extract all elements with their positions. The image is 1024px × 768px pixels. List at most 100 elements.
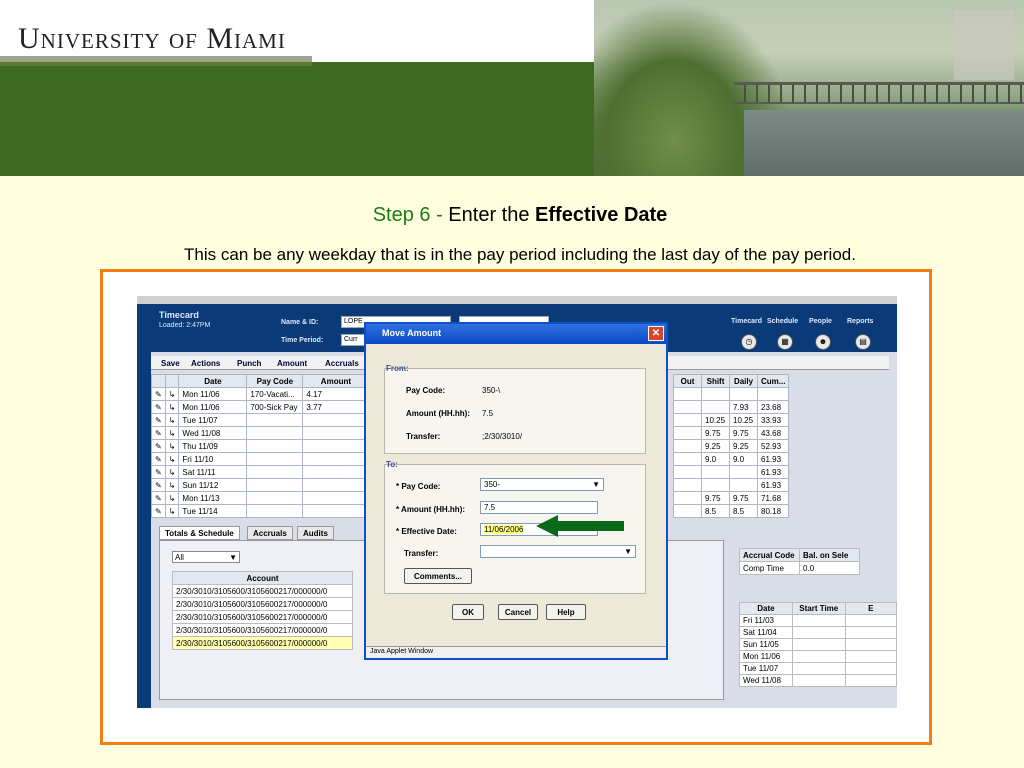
menu-accruals[interactable]: Accruals [325,359,359,368]
table-row[interactable]: 61.93 [673,465,790,479]
goto-icon[interactable]: ↳ [164,491,180,505]
ok-button[interactable]: OK [452,604,484,620]
row-out [673,478,702,492]
table-row[interactable]: ✎ ↳ Thu 11/09 [151,439,370,453]
nav-schedule[interactable]: Schedule [767,318,798,325]
row-date: Tue 11/07 [178,413,248,427]
table-row[interactable]: 2/30/3010/3105600/3105600217/000000/0 [172,597,353,611]
account-cell: 2/30/3010/3105600/3105600217/000000/0 [172,623,353,637]
goto-icon[interactable]: ↳ [164,478,180,492]
pencil-icon[interactable]: ✎ [151,400,166,414]
table-row[interactable]: ✎ ↳ Fri 11/10 [151,452,370,466]
row-paycode [246,491,304,505]
table-row[interactable]: ✎ ↳ Mon 11/06 700-Sick Pay 3.77 [151,400,370,414]
photo-building [954,10,1014,80]
table-row[interactable]: 2/30/3010/3105600/3105600217/000000/0 [172,584,353,598]
table-row[interactable]: 7.93 23.68 [673,400,790,414]
sched-start [791,614,846,627]
table-row[interactable]: 8.5 8.5 80.18 [673,504,790,518]
timecard-icon[interactable]: ◷ [741,334,757,350]
table-row[interactable]: ✎ ↳ Mon 11/06 170-Vacati... 4.17 [151,387,370,401]
nav-people[interactable]: People [809,318,832,325]
table-row[interactable]: Sun 11/05 [739,638,897,651]
pencil-icon[interactable]: ✎ [151,426,166,440]
schedule-icon[interactable]: ▦ [777,334,793,350]
sched-date: Fri 11/03 [739,614,793,627]
row-daily [729,387,758,401]
goto-icon[interactable]: ↳ [164,400,180,414]
pencil-icon[interactable]: ✎ [151,491,166,505]
edit-col [151,374,166,388]
pencil-icon[interactable]: ✎ [151,465,166,479]
table-row[interactable]: 2/30/3010/3105600/3105600217/000000/0 [172,623,353,637]
sched-end [844,614,897,627]
table-row[interactable]: 9.25 9.25 52.93 [673,439,790,453]
table-row[interactable]: Tue 11/07 [739,662,897,675]
comments-button[interactable]: Comments... [404,568,472,584]
goto-icon[interactable]: ↳ [164,413,180,427]
pencil-icon[interactable]: ✎ [151,413,166,427]
table-row[interactable]: 2/30/3010/3105600/3105600217/000000/0 [172,610,353,624]
name-label: Name & ID: [281,319,319,326]
table-row[interactable]: Fri 11/03 [739,614,897,627]
table-row[interactable]: 2/30/3010/3105600/3105600217/000000/0 [172,636,353,650]
row-date: Sun 11/12 [178,478,248,492]
table-row[interactable]: Mon 11/06 [739,650,897,663]
goto-icon[interactable]: ↳ [164,504,180,518]
to-paycode-value: 350- [484,480,501,489]
table-row[interactable]: 9.75 9.75 71.68 [673,491,790,505]
people-icon[interactable]: ☻ [815,334,831,350]
dialog-title: Move Amount [366,324,666,344]
table-row[interactable]: ✎ ↳ Tue 11/14 [151,504,370,518]
table-row[interactable]: Comp Time 0.0 [739,561,860,575]
goto-icon[interactable]: ↳ [164,465,180,479]
table-row[interactable]: 9.75 9.75 43.68 [673,426,790,440]
menu-amount[interactable]: Amount [277,359,307,368]
cancel-button[interactable]: Cancel [498,604,538,620]
pencil-icon[interactable]: ✎ [151,478,166,492]
goto-icon[interactable]: ↳ [164,387,180,401]
tab-totals-schedule[interactable]: Totals & Schedule [159,526,240,540]
goto-icon[interactable]: ↳ [164,439,180,453]
tab-accruals[interactable]: Accruals [247,526,293,540]
table-row[interactable]: Sat 11/04 [739,626,897,639]
period-select[interactable]: Curr [341,334,365,346]
sched-start [791,638,846,651]
to-amount-label: * Amount (HH.hh): [396,505,466,514]
goto-icon[interactable]: ↳ [164,426,180,440]
table-row[interactable]: 9.0 9.0 61.93 [673,452,790,466]
menu-punch[interactable]: Punch [237,359,261,368]
tab-audits[interactable]: Audits [297,526,334,540]
col-daily: Daily [729,374,758,388]
menu-actions[interactable]: Actions [191,359,220,368]
table-row[interactable]: 10.25 10.25 33.93 [673,413,790,427]
account-cell: 2/30/3010/3105600/3105600217/000000/0 [172,636,353,650]
help-button[interactable]: Help [546,604,586,620]
goto-icon[interactable]: ↳ [164,452,180,466]
accrual-code: Comp Time [739,561,800,575]
table-row[interactable]: ✎ ↳ Tue 11/07 [151,413,370,427]
to-paycode-select[interactable]: 350- ▼ [480,478,604,491]
to-amount-field[interactable]: 7.5 [480,501,598,514]
pencil-icon[interactable]: ✎ [151,387,166,401]
sched-date: Sun 11/05 [739,638,793,651]
pencil-icon[interactable]: ✎ [151,439,166,453]
table-row[interactable]: ✎ ↳ Wed 11/08 [151,426,370,440]
table-row[interactable]: 61.93 [673,478,790,492]
table-row[interactable] [673,387,790,401]
nav-timecard[interactable]: Timecard [731,318,762,325]
sched-date: Mon 11/06 [739,650,793,663]
reports-icon[interactable]: ▤ [855,334,871,350]
filter-select[interactable]: All ▼ [172,551,240,563]
nav-reports[interactable]: Reports [847,318,873,325]
table-row[interactable]: Wed 11/08 [739,674,897,687]
table-row[interactable]: ✎ ↳ Sat 11/11 [151,465,370,479]
close-icon[interactable]: ✕ [648,326,664,341]
table-row[interactable]: ✎ ↳ Sun 11/12 [151,478,370,492]
to-transfer-select[interactable]: ▼ [480,545,636,558]
menu-save[interactable]: Save [161,359,180,368]
pencil-icon[interactable]: ✎ [151,452,166,466]
pencil-icon[interactable]: ✎ [151,504,166,518]
from-transfer-label: Transfer: [406,432,441,441]
table-row[interactable]: ✎ ↳ Mon 11/13 [151,491,370,505]
